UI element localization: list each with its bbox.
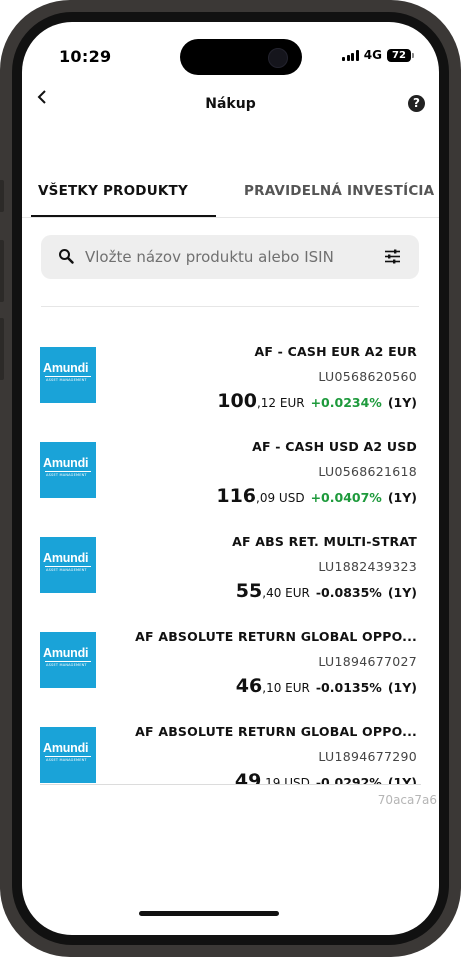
tab-regular-investment[interactable]: PRAVIDELNÁ INVESTÍCIA	[244, 172, 434, 216]
price-row: 49,19 USD -0.0292% (1Y)	[135, 770, 417, 784]
price-change: +0.0234%	[310, 395, 382, 410]
screen: 10:29 4G 72 Nákup ? VŠETKY PRODUKTY PRAV…	[22, 22, 439, 935]
price-decimal: ,09 USD	[256, 491, 305, 505]
change-period: (1Y)	[387, 395, 417, 410]
product-isin: LU1894677027	[318, 654, 417, 669]
price-integer: 49	[234, 770, 262, 784]
product-item[interactable]: Amundi ASSET MANAGEMENT AF - CASH EUR A2 …	[22, 322, 439, 417]
question-icon: ?	[413, 96, 420, 110]
price-integer: 55	[235, 580, 263, 602]
network-type: 4G	[363, 48, 382, 62]
product-isin: LU0568620560	[318, 369, 417, 384]
price-row: 116,09 USD +0.0407% (1Y)	[216, 485, 417, 507]
camera-icon	[268, 48, 288, 68]
amundi-logo: Amundi ASSET MANAGEMENT	[40, 727, 96, 783]
battery-icon: 72	[387, 48, 414, 62]
amundi-logo: Amundi ASSET MANAGEMENT	[40, 537, 96, 593]
price-change: +0.0407%	[310, 490, 382, 505]
change-period: (1Y)	[387, 680, 417, 695]
price-decimal: ,12 EUR	[256, 396, 305, 410]
product-item[interactable]: Amundi ASSET MANAGEMENT AF ABSOLUTE RETUR…	[22, 702, 439, 784]
price-decimal: ,10 EUR	[262, 681, 310, 695]
price-change: -0.0835%	[315, 585, 382, 600]
tab-all-products[interactable]: VŠETKY PRODUKTY	[31, 172, 216, 217]
product-isin: LU1882439323	[318, 559, 417, 574]
filter-icon[interactable]	[384, 248, 401, 265]
change-period: (1Y)	[387, 585, 417, 600]
product-name: AF ABSOLUTE RETURN GLOBAL OPPO...	[135, 724, 417, 739]
product-name: AF - CASH USD A2 USD	[252, 439, 417, 454]
page-title: Nákup	[205, 96, 256, 112]
product-name: AF ABS RET. MULTI-STRAT	[232, 534, 417, 549]
price-integer: 46	[235, 675, 263, 697]
product-name: AF ABSOLUTE RETURN GLOBAL OPPO...	[135, 629, 417, 644]
product-isin: LU1894677290	[318, 749, 417, 764]
search-divider	[41, 306, 419, 307]
price-decimal: ,40 EUR	[262, 586, 310, 600]
home-indicator[interactable]	[139, 911, 279, 916]
product-item[interactable]: Amundi ASSET MANAGEMENT AF ABSOLUTE RETUR…	[22, 607, 439, 702]
product-name: AF - CASH EUR A2 EUR	[254, 344, 417, 359]
volume-up-button	[0, 240, 4, 302]
change-period: (1Y)	[387, 490, 417, 505]
amundi-logo: Amundi ASSET MANAGEMENT	[40, 632, 96, 688]
price-integer: 100	[217, 390, 257, 412]
signal-icon	[342, 49, 359, 61]
price-row: 100,12 EUR +0.0234% (1Y)	[217, 390, 417, 412]
status-time: 10:29	[59, 47, 112, 66]
search-input[interactable]	[85, 235, 345, 279]
product-isin: LU0568621618	[318, 464, 417, 479]
build-hash: 70aca7a6	[377, 793, 437, 807]
change-period: (1Y)	[387, 775, 417, 784]
product-list: Amundi ASSET MANAGEMENT AF - CASH EUR A2 …	[22, 322, 439, 784]
amundi-logo: Amundi ASSET MANAGEMENT	[40, 347, 96, 403]
price-change: -0.0135%	[315, 680, 382, 695]
price-row: 46,10 EUR -0.0135% (1Y)	[135, 675, 417, 697]
volume-down-button	[0, 318, 4, 380]
price-change: -0.0292%	[315, 775, 382, 784]
action-button	[0, 180, 4, 212]
dynamic-island	[180, 39, 302, 75]
product-item[interactable]: Amundi ASSET MANAGEMENT AF ABS RET. MULTI…	[22, 512, 439, 607]
product-item[interactable]: Amundi ASSET MANAGEMENT AF - CASH USD A2 …	[22, 417, 439, 512]
search-bar	[41, 235, 419, 279]
tab-bar: VŠETKY PRODUKTY PRAVIDELNÁ INVESTÍCIA	[22, 172, 439, 218]
price-row: 55,40 EUR -0.0835% (1Y)	[232, 580, 417, 602]
status-indicators: 4G 72	[342, 48, 414, 62]
search-icon	[59, 249, 74, 264]
price-integer: 116	[216, 485, 257, 507]
list-bottom-divider	[40, 784, 421, 785]
price-decimal: ,19 USD	[261, 776, 310, 784]
amundi-logo: Amundi ASSET MANAGEMENT	[40, 442, 96, 498]
help-button[interactable]: ?	[408, 95, 425, 112]
